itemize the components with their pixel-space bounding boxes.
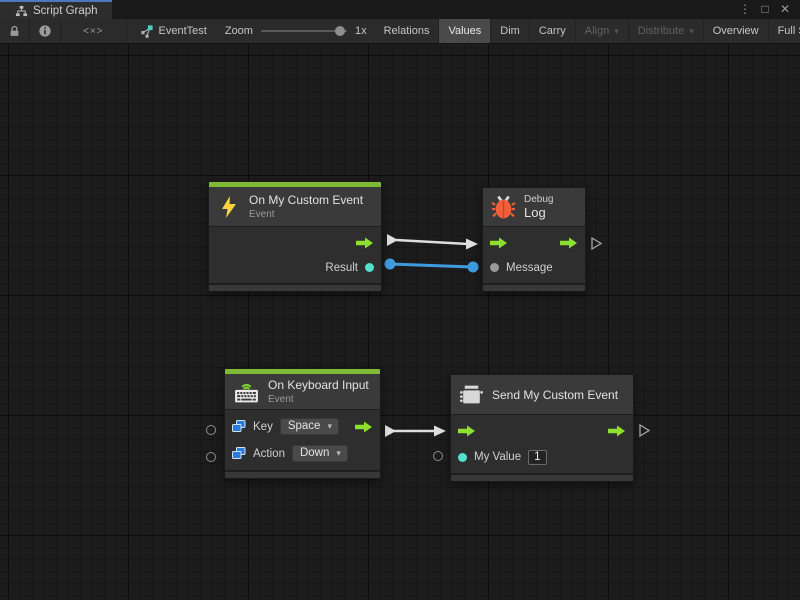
node-header: On My Custom Event Event bbox=[209, 187, 381, 227]
node-footer bbox=[483, 283, 585, 291]
zoom-slider[interactable] bbox=[261, 25, 347, 37]
node-title-small: Debug bbox=[524, 194, 553, 205]
send-event-flow-out-marker[interactable] bbox=[640, 425, 649, 436]
carry-button[interactable]: Carry bbox=[530, 19, 576, 43]
debug-log-flow-out-marker[interactable] bbox=[592, 238, 601, 249]
node-footer bbox=[225, 470, 380, 478]
node-on-keyboard-input[interactable]: On Keyboard Input Event Key Space bbox=[224, 368, 381, 479]
zoom-slider-handle[interactable] bbox=[335, 26, 345, 36]
flow-output-arrow-icon[interactable] bbox=[608, 425, 626, 437]
key-dropdown[interactable]: Space bbox=[280, 418, 339, 435]
key-port-label: Key bbox=[253, 421, 273, 433]
tab-bar: Script Graph ⋮ □ ✕ bbox=[0, 0, 800, 19]
lightning-bolt-icon bbox=[217, 195, 241, 219]
machine-unit-icon bbox=[459, 382, 484, 407]
my-value-port-dot[interactable] bbox=[458, 453, 467, 462]
node-on-my-custom-event[interactable]: On My Custom Event Event Result bbox=[208, 181, 382, 292]
graph-name: EventTest bbox=[159, 25, 207, 37]
graph-hierarchy-icon bbox=[15, 5, 28, 17]
node-footer bbox=[451, 473, 633, 481]
distribute-dropdown[interactable]: Distribute bbox=[629, 19, 704, 43]
window-menu-icon[interactable]: ⋮ bbox=[736, 1, 754, 18]
code-icon: <×> bbox=[83, 26, 104, 37]
flow-wire-1-arrowhead bbox=[466, 239, 478, 250]
info-icon bbox=[38, 24, 52, 38]
action-dropdown[interactable]: Down bbox=[292, 445, 348, 462]
toolbar-right-group: Relations Values Dim Carry Align Distrib… bbox=[375, 19, 800, 43]
my-value-input[interactable]: 1 bbox=[528, 450, 546, 465]
keyboard-icon bbox=[233, 379, 260, 405]
action-port-marker[interactable] bbox=[206, 452, 216, 462]
flow-input-arrow-icon[interactable] bbox=[458, 425, 476, 437]
flow-wire-2-start-triangle bbox=[385, 425, 396, 437]
node-header: Send My Custom Event bbox=[451, 375, 633, 415]
node-body: Key Space Action Down bbox=[225, 410, 380, 470]
flow-input-arrow-icon[interactable] bbox=[490, 237, 508, 249]
full-screen-button[interactable]: Full Screen bbox=[769, 19, 800, 43]
align-dropdown[interactable]: Align bbox=[576, 19, 629, 43]
close-icon[interactable]: ✕ bbox=[776, 1, 794, 18]
node-title: On Keyboard Input bbox=[268, 378, 369, 392]
dim-button[interactable]: Dim bbox=[491, 19, 530, 43]
result-port-label: Result bbox=[325, 262, 358, 274]
flow-output-arrow-icon[interactable] bbox=[356, 237, 374, 249]
flow-wire-1 bbox=[396, 240, 468, 244]
node-debug-log[interactable]: Debug Log Message bbox=[482, 187, 586, 292]
zoom-label: Zoom bbox=[225, 25, 253, 37]
info-button[interactable] bbox=[30, 19, 61, 43]
node-body: Message bbox=[483, 227, 585, 283]
relations-button[interactable]: Relations bbox=[375, 19, 440, 43]
node-header: On Keyboard Input Event bbox=[225, 374, 380, 410]
graph-reference[interactable]: EventTest bbox=[127, 19, 217, 43]
tab-label: Script Graph bbox=[33, 5, 98, 17]
node-title: Log bbox=[524, 205, 553, 220]
key-port-marker[interactable] bbox=[206, 425, 216, 435]
flow-wire-2-arrowhead bbox=[434, 426, 446, 437]
enum-type-icon bbox=[232, 447, 246, 460]
overview-button[interactable]: Overview bbox=[704, 19, 769, 43]
action-port-label: Action bbox=[253, 448, 285, 460]
node-footer bbox=[209, 283, 381, 291]
graph-asset-icon bbox=[139, 24, 154, 39]
result-port-dot[interactable] bbox=[365, 263, 374, 272]
message-port-label: Message bbox=[506, 262, 553, 274]
maximize-icon[interactable]: □ bbox=[756, 1, 774, 18]
value-wire bbox=[390, 264, 473, 267]
value-wire-start-dot bbox=[385, 259, 396, 270]
node-subtitle: Event bbox=[249, 209, 363, 220]
script-graph-window: Script Graph ⋮ □ ✕ <×> bbox=[0, 0, 800, 600]
flow-output-arrow-icon[interactable] bbox=[355, 421, 373, 433]
tab-script-graph[interactable]: Script Graph bbox=[0, 0, 112, 19]
zoom-value: 1x bbox=[355, 25, 367, 37]
bug-icon bbox=[491, 194, 516, 220]
connection-wires bbox=[0, 44, 800, 600]
lock-button[interactable] bbox=[0, 19, 30, 43]
graph-canvas[interactable]: On My Custom Event Event Result bbox=[0, 44, 800, 600]
my-value-port-label: My Value bbox=[474, 451, 521, 463]
node-title: Send My Custom Event bbox=[492, 388, 618, 402]
flow-wire-start-triangle bbox=[387, 234, 398, 246]
values-button[interactable]: Values bbox=[439, 19, 491, 43]
node-body: My Value 1 bbox=[451, 415, 633, 473]
node-send-my-custom-event[interactable]: Send My Custom Event My Value 1 bbox=[450, 374, 634, 482]
window-controls: ⋮ □ ✕ bbox=[736, 0, 800, 19]
node-header: Debug Log bbox=[483, 188, 585, 227]
node-title: On My Custom Event bbox=[249, 193, 363, 207]
flow-output-arrow-icon[interactable] bbox=[560, 237, 578, 249]
enum-type-icon bbox=[232, 420, 246, 433]
node-subtitle: Event bbox=[268, 394, 369, 405]
zoom-control: Zoom 1x bbox=[217, 19, 375, 43]
graph-toolbar: <×> EventTest Zoom 1x Relations Values D… bbox=[0, 19, 800, 44]
lock-icon bbox=[8, 24, 21, 38]
edit-source-button[interactable]: <×> bbox=[61, 19, 127, 43]
value-wire-end-dot bbox=[468, 262, 479, 273]
node-body: Result bbox=[209, 227, 381, 283]
message-port-dot[interactable] bbox=[490, 263, 499, 272]
my-value-port-marker[interactable] bbox=[433, 451, 443, 461]
